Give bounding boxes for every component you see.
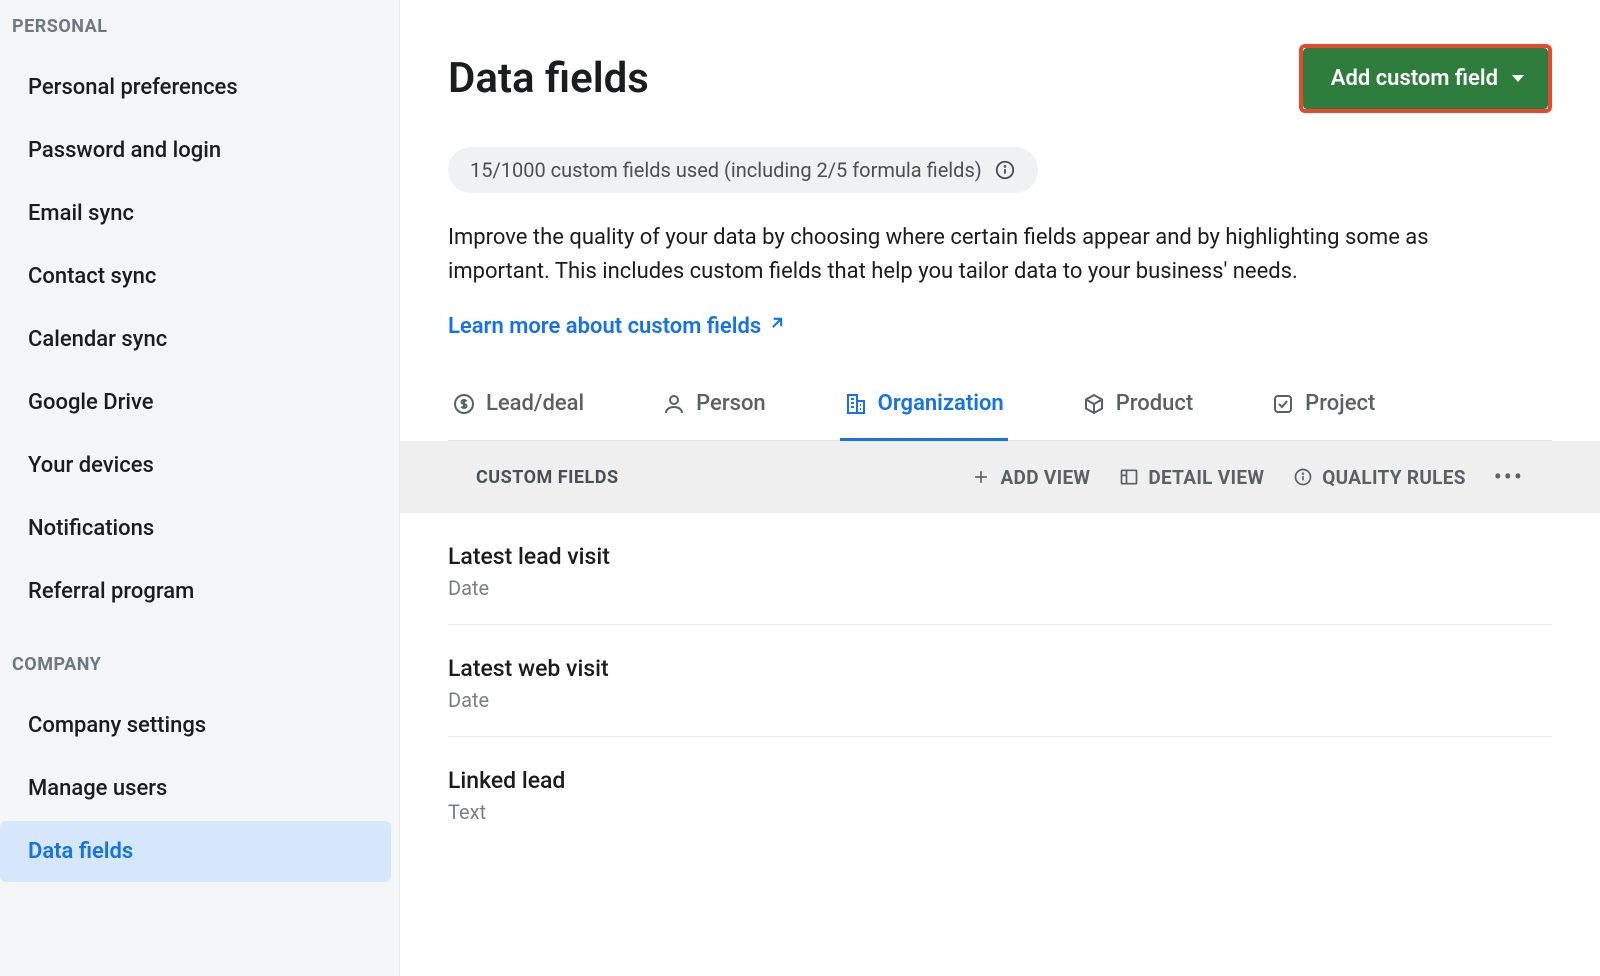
box-icon <box>1082 392 1106 416</box>
sidebar-item-referral-program[interactable]: Referral program <box>0 561 391 622</box>
section-bar: CUSTOM FIELDS ADD VIEW DETAIL VIEW QUALI… <box>400 441 1600 513</box>
field-type: Date <box>448 688 1552 712</box>
sidebar-item-calendar-sync[interactable]: Calendar sync <box>0 309 391 370</box>
field-type: Date <box>448 576 1552 600</box>
field-list: Latest lead visit Date Latest web visit … <box>448 513 1552 848</box>
tab-product[interactable]: Product <box>1078 385 1197 441</box>
header-row: Data fields Add custom field <box>448 44 1552 113</box>
tab-lead-deal[interactable]: Lead/deal <box>448 385 588 441</box>
sidebar-item-personal-preferences[interactable]: Personal preferences <box>0 57 391 118</box>
sidebar-item-contact-sync[interactable]: Contact sync <box>0 246 391 307</box>
page-title: Data fields <box>448 54 649 103</box>
sidebar-item-company-settings[interactable]: Company settings <box>0 695 391 756</box>
external-link-icon <box>767 313 787 339</box>
sidebar-section-title-company: COMPANY <box>0 624 399 693</box>
sidebar-item-data-fields[interactable]: Data fields <box>0 821 391 882</box>
description: Improve the quality of your data by choo… <box>448 221 1508 289</box>
info-icon[interactable] <box>994 159 1016 181</box>
tab-person[interactable]: Person <box>658 385 770 441</box>
tabs: Lead/deal Person Organization Product Pr… <box>448 385 1552 441</box>
detail-view-label: DETAIL VIEW <box>1148 466 1264 489</box>
layout-icon <box>1118 466 1140 488</box>
quality-rules-button[interactable]: QUALITY RULES <box>1292 466 1465 489</box>
usage-chip: 15/1000 custom fields used (including 2/… <box>448 147 1038 193</box>
field-row[interactable]: Latest lead visit Date <box>448 513 1552 625</box>
more-options-button[interactable]: ••• <box>1494 463 1524 491</box>
sidebar-item-notifications[interactable]: Notifications <box>0 498 391 559</box>
add-custom-field-label: Add custom field <box>1331 66 1498 91</box>
person-icon <box>662 392 686 416</box>
quality-rules-label: QUALITY RULES <box>1322 466 1465 489</box>
add-custom-field-button[interactable]: Add custom field <box>1303 48 1548 109</box>
sidebar-item-password-login[interactable]: Password and login <box>0 120 391 181</box>
sidebar-item-google-drive[interactable]: Google Drive <box>0 372 391 433</box>
checkbox-icon <box>1271 392 1295 416</box>
sidebar-item-manage-users[interactable]: Manage users <box>0 758 391 819</box>
plus-icon <box>970 466 992 488</box>
tab-label: Organization <box>878 391 1004 416</box>
tab-organization[interactable]: Organization <box>840 385 1008 441</box>
field-name: Latest web visit <box>448 655 1552 682</box>
usage-text: 15/1000 custom fields used (including 2/… <box>470 158 982 182</box>
detail-view-button[interactable]: DETAIL VIEW <box>1118 466 1264 489</box>
tab-label: Project <box>1305 391 1375 416</box>
sidebar: PERSONAL Personal preferences Password a… <box>0 0 400 976</box>
learn-more-label: Learn more about custom fields <box>448 314 761 339</box>
tab-label: Lead/deal <box>486 391 584 416</box>
section-header: CUSTOM FIELDS <box>428 467 619 488</box>
tab-label: Product <box>1116 391 1193 416</box>
chevron-down-icon <box>1512 75 1524 82</box>
building-icon <box>844 392 868 416</box>
field-row[interactable]: Latest web visit Date <box>448 625 1552 737</box>
sidebar-section-title-personal: PERSONAL <box>0 4 399 55</box>
dollar-icon <box>452 392 476 416</box>
field-row[interactable]: Linked lead Text <box>448 737 1552 848</box>
sidebar-item-your-devices[interactable]: Your devices <box>0 435 391 496</box>
field-name: Latest lead visit <box>448 543 1552 570</box>
field-type: Text <box>448 800 1552 824</box>
learn-more-link[interactable]: Learn more about custom fields <box>448 313 787 339</box>
field-name: Linked lead <box>448 767 1552 794</box>
section-bar-actions: ADD VIEW DETAIL VIEW QUALITY RULES ••• <box>970 463 1572 491</box>
add-custom-field-highlight: Add custom field <box>1299 44 1552 113</box>
sidebar-item-email-sync[interactable]: Email sync <box>0 183 391 244</box>
info-circle-icon <box>1292 466 1314 488</box>
tab-project[interactable]: Project <box>1267 385 1379 441</box>
main-content: Data fields Add custom field 15/1000 cus… <box>400 0 1600 976</box>
tab-label: Person <box>696 391 766 416</box>
add-view-button[interactable]: ADD VIEW <box>970 466 1090 489</box>
add-view-label: ADD VIEW <box>1000 466 1090 489</box>
